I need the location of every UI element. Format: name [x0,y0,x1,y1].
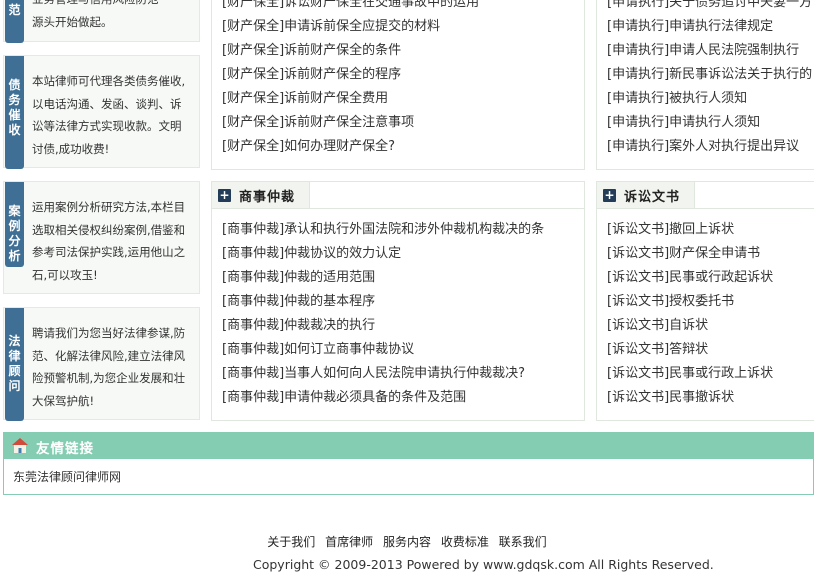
article-link[interactable]: [诉讼文书]民事或行政起诉状 [607,266,814,290]
article-link[interactable]: [商事仲裁]仲裁的基本程序 [222,290,578,314]
property-preservation-panel: [财产保全]诉讼财产保全在交通事故中的运用 [财产保全]申请诉前保全应提交的材料… [211,0,585,170]
panel-header: + 诉讼文书 [597,182,814,209]
service-tag[interactable]: 范 [5,0,24,43]
property-preservation-list: [财产保全]诉讼财产保全在交通事故中的运用 [财产保全]申请诉前保全应提交的材料… [222,0,578,159]
footer-link-lawyer[interactable]: 首席律师 [325,535,373,549]
article-link[interactable]: [申请执行]申请执行法律规定 [607,15,814,39]
house-icon [11,437,29,454]
panel-header: + 商事仲裁 [212,182,584,209]
article-link[interactable]: [诉讼文书]财产保全申请书 [607,242,814,266]
arbitration-list: [商事仲裁]承认和执行外国法院和涉外仲裁机构裁决的条 [商事仲裁]仲裁协议的效力… [222,218,578,410]
panel-title: 诉讼文书 [624,189,681,205]
article-link[interactable]: [诉讼文书]授权委托书 [607,290,814,314]
article-link[interactable]: [商事仲裁]当事人如何向人民法院申请执行仲裁裁决? [222,362,578,386]
footer-link-contact[interactable]: 联系我们 [499,535,547,549]
article-link[interactable]: [财产保全]如何办理财产保全? [222,135,578,159]
documents-panel: + 诉讼文书 [诉讼文书]撤回上诉状 [诉讼文书]财产保全申请书 [诉讼文书]民… [596,181,814,421]
copyright-text: Copyright © 2009-2013 Powered by www.gdq… [253,557,714,572]
service-tag[interactable]: 债务催收 [5,56,24,169]
article-link[interactable]: [财产保全]诉前财产保全的条件 [222,39,578,63]
article-link[interactable]: [商事仲裁]申请仲裁必须具备的条件及范围 [222,386,578,410]
article-link[interactable]: [申请执行]案外人对执行提出异议 [607,135,814,159]
article-link[interactable]: [财产保全]申请诉前保全应提交的材料 [222,15,578,39]
arbitration-panel: + 商事仲裁 [商事仲裁]承认和执行外国法院和涉外仲裁机构裁决的条 [商事仲裁]… [211,181,585,421]
service-description: 聘请我们为您当好法律参谋,防 范、化解法律风险,建立法律风 险预警机制,为您企业… [32,326,186,408]
footer-links: 关于我们 首席律师 服务内容 收费标准 联系我们 [0,533,814,550]
footer-link-fees[interactable]: 收费标准 [441,535,489,549]
documents-list: [诉讼文书]撤回上诉状 [诉讼文书]财产保全申请书 [诉讼文书]民事或行政起诉状… [607,218,814,410]
panel-title: 商事仲裁 [239,189,296,205]
article-link[interactable]: [商事仲裁]承认和执行外国法院和涉外仲裁机构裁决的条 [222,218,578,242]
article-link[interactable]: [商事仲裁]仲裁协议的效力认定 [222,242,578,266]
article-link[interactable]: [诉讼文书]民事撤诉状 [607,386,814,410]
friend-links-title: 友情链接 [36,441,94,457]
execution-list: [申请执行]关于债务追讨中夫妻一方 [申请执行]申请执行法律规定 [申请执行]申… [607,0,814,159]
service-tag[interactable]: 案例分析 [5,182,24,267]
service-description: 业务管理与信用风险防范 源头开始做起。 [32,0,159,29]
plus-icon: + [218,187,231,202]
article-link[interactable]: [财产保全]诉讼财产保全在交通事故中的运用 [222,0,578,15]
plus-icon: + [603,187,616,202]
service-box-case-analysis: 案例分析 运用案例分析研究方法,本栏目 选取相关侵权纠纷案例,借鉴和 参考司法保… [3,181,200,294]
footer-link-services[interactable]: 服务内容 [383,535,431,549]
article-link[interactable]: [申请执行]被执行人须知 [607,87,814,111]
article-link[interactable]: [商事仲裁]仲裁裁决的执行 [222,314,578,338]
article-link[interactable]: [申请执行]关于债务追讨中夫妻一方 [607,0,814,15]
execution-panel: [申请执行]关于债务追讨中夫妻一方 [申请执行]申请执行法律规定 [申请执行]申… [596,0,814,170]
article-link[interactable]: [申请执行]新民事诉讼法关于执行的 [607,63,814,87]
panel-title-tab[interactable]: + 商事仲裁 [212,182,311,208]
service-description: 本站律师可代理各类债务催收, 以电话沟通、发函、谈判、诉 讼等法律方式实现收款。… [32,74,186,156]
service-tag[interactable]: 法律顾问 [5,308,24,421]
service-box-risk: 范 业务管理与信用风险防范 源头开始做起。 [3,0,200,43]
article-link[interactable]: [诉讼文书]撤回上诉状 [607,218,814,242]
friend-link[interactable]: 东莞法律顾问律师网 [13,468,121,485]
article-link[interactable]: [诉讼文书]民事或行政上诉状 [607,362,814,386]
article-link[interactable]: [诉讼文书]答辩状 [607,338,814,362]
article-link[interactable]: [财产保全]诉前财产保全费用 [222,87,578,111]
article-link[interactable]: [财产保全]诉前财产保全的程序 [222,63,578,87]
service-box-debt-collection: 债务催收 本站律师可代理各类债务催收, 以电话沟通、发函、谈判、诉 讼等法律方式… [3,55,200,169]
article-link[interactable]: [诉讼文书]自诉状 [607,314,814,338]
article-link[interactable]: [申请执行]申请执行人须知 [607,111,814,135]
friend-links-header: 友情链接 [3,432,814,459]
article-link[interactable]: [商事仲裁]仲裁的适用范围 [222,266,578,290]
service-box-legal-counsel: 法律顾问 聘请我们为您当好法律参谋,防 范、化解法律风险,建立法律风 险预警机制… [3,307,200,421]
article-link[interactable]: [财产保全]诉前财产保全注意事项 [222,111,578,135]
footer-link-about[interactable]: 关于我们 [267,535,315,549]
panel-title-tab[interactable]: + 诉讼文书 [597,182,696,208]
article-link[interactable]: [申请执行]申请人民法院强制执行 [607,39,814,63]
article-link[interactable]: [商事仲裁]如何订立商事仲裁协议 [222,338,578,362]
service-description: 运用案例分析研究方法,本栏目 选取相关侵权纠纷案例,借鉴和 参考司法保护实践,运… [32,200,186,282]
friend-links-box: 东莞法律顾问律师网 [3,459,814,495]
